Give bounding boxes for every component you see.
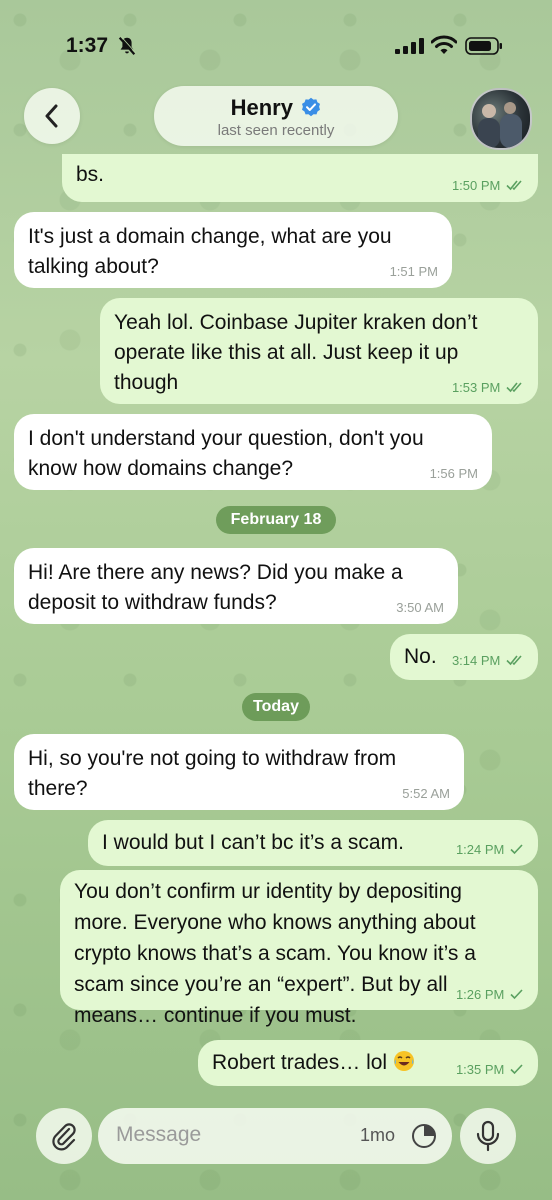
microphone-icon bbox=[476, 1120, 500, 1152]
message-bubble-incoming[interactable]: It's just a domain change, what are you t… bbox=[14, 212, 452, 288]
date-separator: February 18 bbox=[216, 506, 336, 534]
double-check-icon bbox=[506, 382, 522, 393]
message-text: I don't understand your question, don't … bbox=[28, 427, 424, 480]
message-text: Hi! Are there any news? Did you make a de… bbox=[28, 561, 403, 614]
paperclip-icon bbox=[52, 1123, 76, 1151]
message-bubble-incoming[interactable]: Hi, so you're not going to withdraw from… bbox=[14, 734, 464, 810]
single-check-icon bbox=[510, 1064, 523, 1075]
bell-slash-icon bbox=[118, 36, 137, 55]
message-time: 3:14 PM bbox=[451, 653, 501, 668]
status-bar: 1:37 bbox=[0, 0, 552, 80]
message-time: 1:56 PM bbox=[429, 466, 478, 481]
message-time: 1:53 PM bbox=[451, 380, 501, 395]
message-time: 1:26 PM bbox=[455, 987, 505, 1002]
message-placeholder: Message bbox=[116, 1123, 202, 1146]
back-chevron-icon bbox=[45, 104, 58, 128]
message-bubble-outgoing[interactable]: You don’t confirm ur identity by deposit… bbox=[60, 870, 538, 1027]
single-check-icon bbox=[510, 844, 523, 855]
message-meta: 1:24 PM bbox=[456, 843, 524, 857]
message-text: Hi, so you're not going to withdraw from… bbox=[28, 747, 397, 800]
message-time: 1:35 PM bbox=[455, 1062, 505, 1077]
wifi-icon bbox=[431, 35, 457, 54]
message-input[interactable]: Message 1mo bbox=[98, 1108, 452, 1164]
face-with-tears-of-joy-icon bbox=[393, 1051, 414, 1071]
last-seen-status: last seen recently bbox=[217, 122, 335, 139]
signal-icon bbox=[395, 38, 424, 54]
contact-avatar[interactable] bbox=[470, 88, 532, 150]
contact-info[interactable]: Henry last seen recently bbox=[154, 86, 398, 146]
single-check-icon bbox=[510, 989, 523, 1000]
message-time: 5:52 AM bbox=[402, 786, 450, 801]
message-time: 3:50 AM bbox=[396, 600, 444, 615]
verified-badge-icon bbox=[302, 97, 321, 117]
message-meta: 3:50 AM bbox=[396, 601, 444, 615]
message-text: You don’t confirm ur identity by deposit… bbox=[74, 880, 476, 1027]
message-text: It's just a domain change, what are you t… bbox=[28, 225, 392, 278]
auto-delete-timer-label[interactable]: 1mo bbox=[360, 1125, 395, 1146]
message-bubble-outgoing[interactable]: Yeah lol. Coinbase Jupiter kraken don’t o… bbox=[100, 298, 538, 404]
message-meta: 5:52 AM bbox=[402, 787, 450, 801]
message-time: 1:24 PM bbox=[455, 842, 505, 857]
message-meta: 1:53 PM bbox=[452, 381, 524, 395]
double-check-icon bbox=[506, 180, 522, 191]
message-meta: 1:35 PM bbox=[456, 1063, 524, 1077]
message-bubble-incoming[interactable]: I don't understand your question, don't … bbox=[14, 414, 492, 490]
message-time: 1:50 PM bbox=[451, 178, 501, 193]
double-check-icon bbox=[506, 655, 522, 666]
message-meta: 1:50 PM bbox=[452, 179, 524, 193]
status-time: 1:37 bbox=[66, 34, 109, 57]
timer-icon[interactable] bbox=[410, 1122, 438, 1150]
message-bubble-incoming[interactable]: Hi! Are there any news? Did you make a de… bbox=[14, 548, 458, 624]
battery-icon bbox=[465, 37, 502, 55]
message-input-bar: Message 1mo bbox=[0, 1100, 552, 1200]
message-meta: 1:26 PM bbox=[456, 988, 524, 1002]
message-bubble-outgoing[interactable]: bs. 1:50 PM bbox=[62, 154, 538, 202]
message-meta: 1:51 PM bbox=[390, 265, 438, 279]
message-bubble-outgoing[interactable]: No. 3:14 PM bbox=[390, 634, 538, 680]
message-bubble-outgoing[interactable]: I would but I can’t bc it’s a scam. 1:24… bbox=[88, 820, 538, 866]
message-bubble-outgoing[interactable]: Robert trades… lol 1:35 PM bbox=[198, 1040, 538, 1086]
date-separator: Today bbox=[242, 693, 310, 721]
microphone-button[interactable] bbox=[460, 1108, 516, 1164]
contact-name: Henry bbox=[230, 95, 293, 120]
message-meta: 3:14 PM bbox=[452, 654, 524, 668]
attach-button[interactable] bbox=[36, 1108, 92, 1164]
back-button[interactable] bbox=[24, 88, 80, 144]
message-time: 1:51 PM bbox=[389, 264, 438, 279]
chat-header: Henry last seen recently bbox=[0, 82, 552, 158]
message-meta: 1:56 PM bbox=[430, 467, 478, 481]
